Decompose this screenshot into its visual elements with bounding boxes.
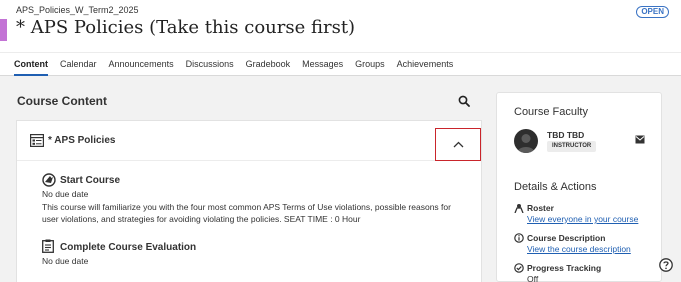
content-module: * APS Policies Start Course No due date … [16,120,482,282]
content-item-title[interactable]: Complete Course Evaluation [60,242,196,253]
tab-announcements[interactable]: Announcements [103,53,180,75]
tab-groups[interactable]: Groups [349,53,391,75]
course-faculty-heading: Course Faculty [514,106,588,118]
collapse-module-button[interactable] [435,128,481,161]
avatar[interactable] [514,129,538,153]
course-details-panel: Course Faculty TBD TBD INSTRUCTOR Detail… [496,92,662,282]
course-header: APS_Policies_W_Term2_2025 * APS Policies… [0,0,681,52]
course-color-accent [0,19,7,41]
course-description-label: Course Description [527,233,606,243]
course-content-heading: Course Content [17,94,107,108]
chevron-up-icon [453,141,464,148]
check-circle-icon [514,263,524,273]
tab-achievements[interactable]: Achievements [391,53,460,75]
search-icon[interactable] [458,95,470,107]
roster-label: Roster [527,203,554,213]
module-title: * APS Policies [48,135,116,146]
info-icon [514,233,524,243]
due-date: No due date [42,256,89,266]
details-actions-heading: Details & Actions [514,181,597,193]
content-item-description: This course will familiarize you with th… [42,202,451,224]
mail-icon[interactable] [635,135,645,144]
help-icon[interactable] [659,258,673,272]
course-description-link[interactable]: View the course description [527,244,631,254]
progress-tracking-label: Progress Tracking [527,263,602,273]
clipboard-icon [42,239,54,253]
start-course-icon [42,173,56,187]
course-nav-tabs: Content Calendar Announcements Discussio… [0,52,681,76]
role-badge: INSTRUCTOR [547,141,597,152]
page-title: * APS Policies (Take this course first) [16,17,356,38]
course-code: APS_Policies_W_Term2_2025 [16,5,139,15]
course-content-panel: Course Content * APS Policies Start Cour… [8,84,491,282]
roster-icon [514,204,524,213]
progress-tracking-status[interactable]: Off [527,274,538,282]
tab-gradebook[interactable]: Gradebook [240,53,297,75]
status-badge: OPEN [636,6,669,18]
tab-content[interactable]: Content [8,53,54,76]
tab-discussions[interactable]: Discussions [180,53,240,75]
roster-link[interactable]: View everyone in your course [527,214,638,224]
module-list-icon [30,134,44,147]
content-item-title[interactable]: Start Course [60,175,120,186]
faculty-name[interactable]: TBD TBD [547,130,584,140]
module-header[interactable]: * APS Policies [17,121,481,161]
due-date: No due date [42,189,89,199]
tab-messages[interactable]: Messages [296,53,349,75]
tab-calendar[interactable]: Calendar [54,53,103,75]
